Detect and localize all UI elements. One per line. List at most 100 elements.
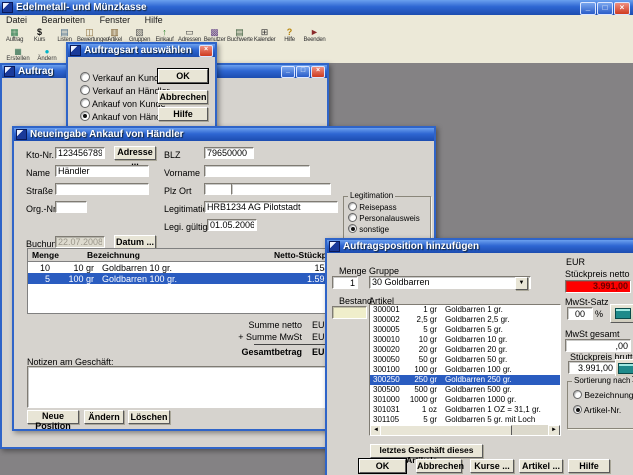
scroll-right-icon[interactable]: ► — [548, 425, 560, 436]
auftrag-close-button[interactable]: × — [311, 66, 325, 78]
legi-ab-input[interactable] — [207, 219, 257, 231]
radio-verkauf-haendler[interactable]: Verkauf an Händler — [80, 85, 170, 96]
minimize-button[interactable]: _ — [580, 2, 596, 15]
radio-ankauf-kunde[interactable]: Ankauf von Kunde — [80, 98, 166, 109]
legitimation-input[interactable] — [204, 201, 338, 213]
name-input[interactable] — [55, 165, 149, 177]
radio-sonstige[interactable]: sonstige — [348, 224, 389, 234]
menu-bearbeiten[interactable]: Bearbeiten — [36, 15, 92, 26]
mwst-satz-input[interactable] — [567, 307, 593, 320]
gruppe-combobox[interactable]: 30 Goldbarren — [369, 276, 531, 289]
artikel-listbox[interactable]: 3000011 grGoldbarren 1 gr. 3000022,5 grG… — [369, 304, 561, 436]
brutto-calculator-button[interactable] — [615, 359, 633, 377]
toolbar-auftrag[interactable]: ▦Auftrag — [2, 27, 27, 45]
kurse-button[interactable]: Kurse ... — [470, 459, 514, 473]
radio-reisepass[interactable]: Reisepass — [348, 202, 397, 212]
menu-fenster[interactable]: Fenster — [94, 15, 137, 26]
position-title: Auftragsposition hinzufügen — [343, 241, 479, 252]
mwst-gesamt-input[interactable] — [565, 339, 631, 352]
table-row-selected[interactable]: 5 100 gr Goldbarren 100 gr. 1.597,00 — [28, 273, 348, 284]
radio-icon — [80, 85, 90, 95]
artikel-row[interactable]: 30002020 grGoldbarren 20 gr. — [370, 345, 560, 355]
auftragsart-close-button[interactable]: × — [199, 45, 213, 57]
neue-position-button[interactable]: Neue Position — [27, 410, 79, 424]
artikel-row[interactable]: 3000055 grGoldbarren 5 gr. — [370, 325, 560, 335]
org-input[interactable] — [55, 201, 87, 213]
datum-button[interactable]: Datum ... — [114, 235, 156, 249]
radio-icon-selected — [80, 111, 90, 121]
auftragsart-ok-button[interactable]: OK — [158, 69, 208, 83]
name-label: Name — [26, 168, 50, 178]
neueingabe-titlebar[interactable]: Neueingabe Ankauf von Händler — [14, 128, 434, 141]
radio-artikel-nr[interactable]: Artikel-Nr. — [573, 405, 621, 415]
toolbar-kalender[interactable]: ⊞Kalender — [252, 27, 277, 45]
auftragsart-hilfe-button[interactable]: Hilfe — [158, 107, 208, 121]
restore-button[interactable]: □ — [597, 2, 613, 15]
position-ok-button[interactable]: OK — [359, 459, 406, 473]
artikel-row[interactable]: 3010001000 grGoldbarren 1000 gr. — [370, 395, 560, 405]
artikel-row-selected[interactable]: 300250250 grGoldbarren 250 gr. — [370, 375, 560, 385]
strasse-label: Straße — [26, 186, 53, 196]
position-abbrechen-button[interactable]: Abbrechen — [416, 459, 462, 473]
kto-input[interactable] — [55, 147, 105, 159]
radio-personalausweis[interactable]: Personalausweis — [348, 213, 420, 223]
radio-icon — [573, 390, 582, 399]
strasse-input[interactable] — [55, 183, 149, 195]
vorname-input[interactable] — [204, 165, 310, 177]
loeschen-button[interactable]: Löschen — [128, 410, 170, 424]
toolbar-kurs[interactable]: $Kurs — [27, 27, 52, 45]
summe-netto-label: Summe netto — [212, 320, 302, 330]
auftrag-window-icon — [4, 66, 15, 77]
position-titlebar[interactable]: Auftragsposition hinzufügen — [327, 240, 633, 253]
auftragsart-titlebar[interactable]: Auftragsart auswählen × — [68, 44, 215, 57]
listen-icon: ▤ — [52, 27, 77, 37]
toolbar-erstellen[interactable]: ▦Erstellen — [3, 46, 33, 64]
mwst-gesamt-label: MwSt gesamt — [565, 329, 620, 339]
artikel-row[interactable]: 3000022,5 grGoldbarren 2,5 gr. — [370, 315, 560, 325]
blz-input[interactable] — [204, 147, 254, 159]
adresse-button[interactable]: Adresse ... — [114, 146, 156, 160]
ort-input[interactable] — [231, 183, 331, 195]
plz-input[interactable] — [204, 183, 234, 195]
letztes-geschaeft-button[interactable]: letztes Geschäft dieses Artikels ... — [370, 444, 483, 458]
artikel-button[interactable]: Artikel ... — [519, 459, 563, 473]
stueckpreis-brutto-input[interactable] — [568, 361, 616, 374]
auftrag-minimize-button[interactable]: _ — [281, 66, 295, 78]
scrollbar-thumb[interactable] — [380, 425, 512, 436]
artikel-row[interactable]: 3010311 ozGoldbarren 1 OZ = 31,1 gr. — [370, 405, 560, 415]
toolbar-aendern[interactable]: ●Ändern — [33, 46, 61, 64]
radio-verkauf-kunde[interactable]: Verkauf an Kunde — [80, 72, 164, 83]
benutzer-icon: ▩ — [202, 27, 227, 37]
gruppe-dropdown-icon[interactable]: ▼ — [515, 277, 528, 290]
artikel-row[interactable]: 300100100 grGoldbarren 100 gr. — [370, 365, 560, 375]
table-row[interactable]: 10 10 gr Goldbarren 10 gr. 154,00 — [28, 262, 348, 273]
bestand-label: Bestand — [339, 296, 372, 306]
menu-hilfe[interactable]: Hilfe — [139, 15, 169, 26]
auftrag-maximize-button[interactable]: □ — [296, 66, 310, 78]
toolbar-buchwerte[interactable]: ▤Buchwerte — [227, 27, 252, 45]
artikel-row[interactable]: 300500500 grGoldbarren 500 gr. — [370, 385, 560, 395]
artikel-row[interactable]: 3000011 grGoldbarren 1 gr. — [370, 305, 560, 315]
mwst-calculator-button[interactable] — [610, 304, 633, 323]
menge-input[interactable] — [332, 276, 358, 289]
auftrag-icon: ▦ — [2, 27, 27, 37]
buchung-input[interactable] — [55, 236, 105, 248]
toolbar-hilfe[interactable]: ?Hilfe — [277, 27, 302, 45]
position-hilfe-button[interactable]: Hilfe — [568, 459, 610, 473]
radio-bezeichnung[interactable]: Bezeichnung — [573, 390, 633, 400]
aendern-button[interactable]: Ändern — [84, 410, 124, 424]
artikel-row[interactable]: 30001010 grGoldbarren 10 gr. — [370, 335, 560, 345]
artikel-row[interactable]: 3011055 grGoldbarren 5 gr. mit Loch — [370, 415, 560, 425]
artikel-row[interactable]: 30005050 grGoldbarren 50 gr. — [370, 355, 560, 365]
auftragsart-abbrechen-button[interactable]: Abbrechen — [158, 90, 208, 104]
close-button[interactable]: × — [614, 2, 630, 15]
kto-label: Kto-Nr. — [26, 150, 54, 160]
kurs-icon: $ — [27, 27, 52, 37]
horizontal-scrollbar[interactable]: ◄ ► — [370, 425, 560, 435]
menu-datei[interactable]: Datei — [0, 15, 33, 26]
beenden-icon: ► — [302, 27, 327, 37]
auftrag-window-title: Auftrag — [18, 66, 54, 77]
toolbar-beenden[interactable]: ►Beenden — [302, 27, 327, 45]
radio-icon — [348, 202, 357, 211]
col-bezeichnung: Bezeichnung — [87, 250, 222, 260]
